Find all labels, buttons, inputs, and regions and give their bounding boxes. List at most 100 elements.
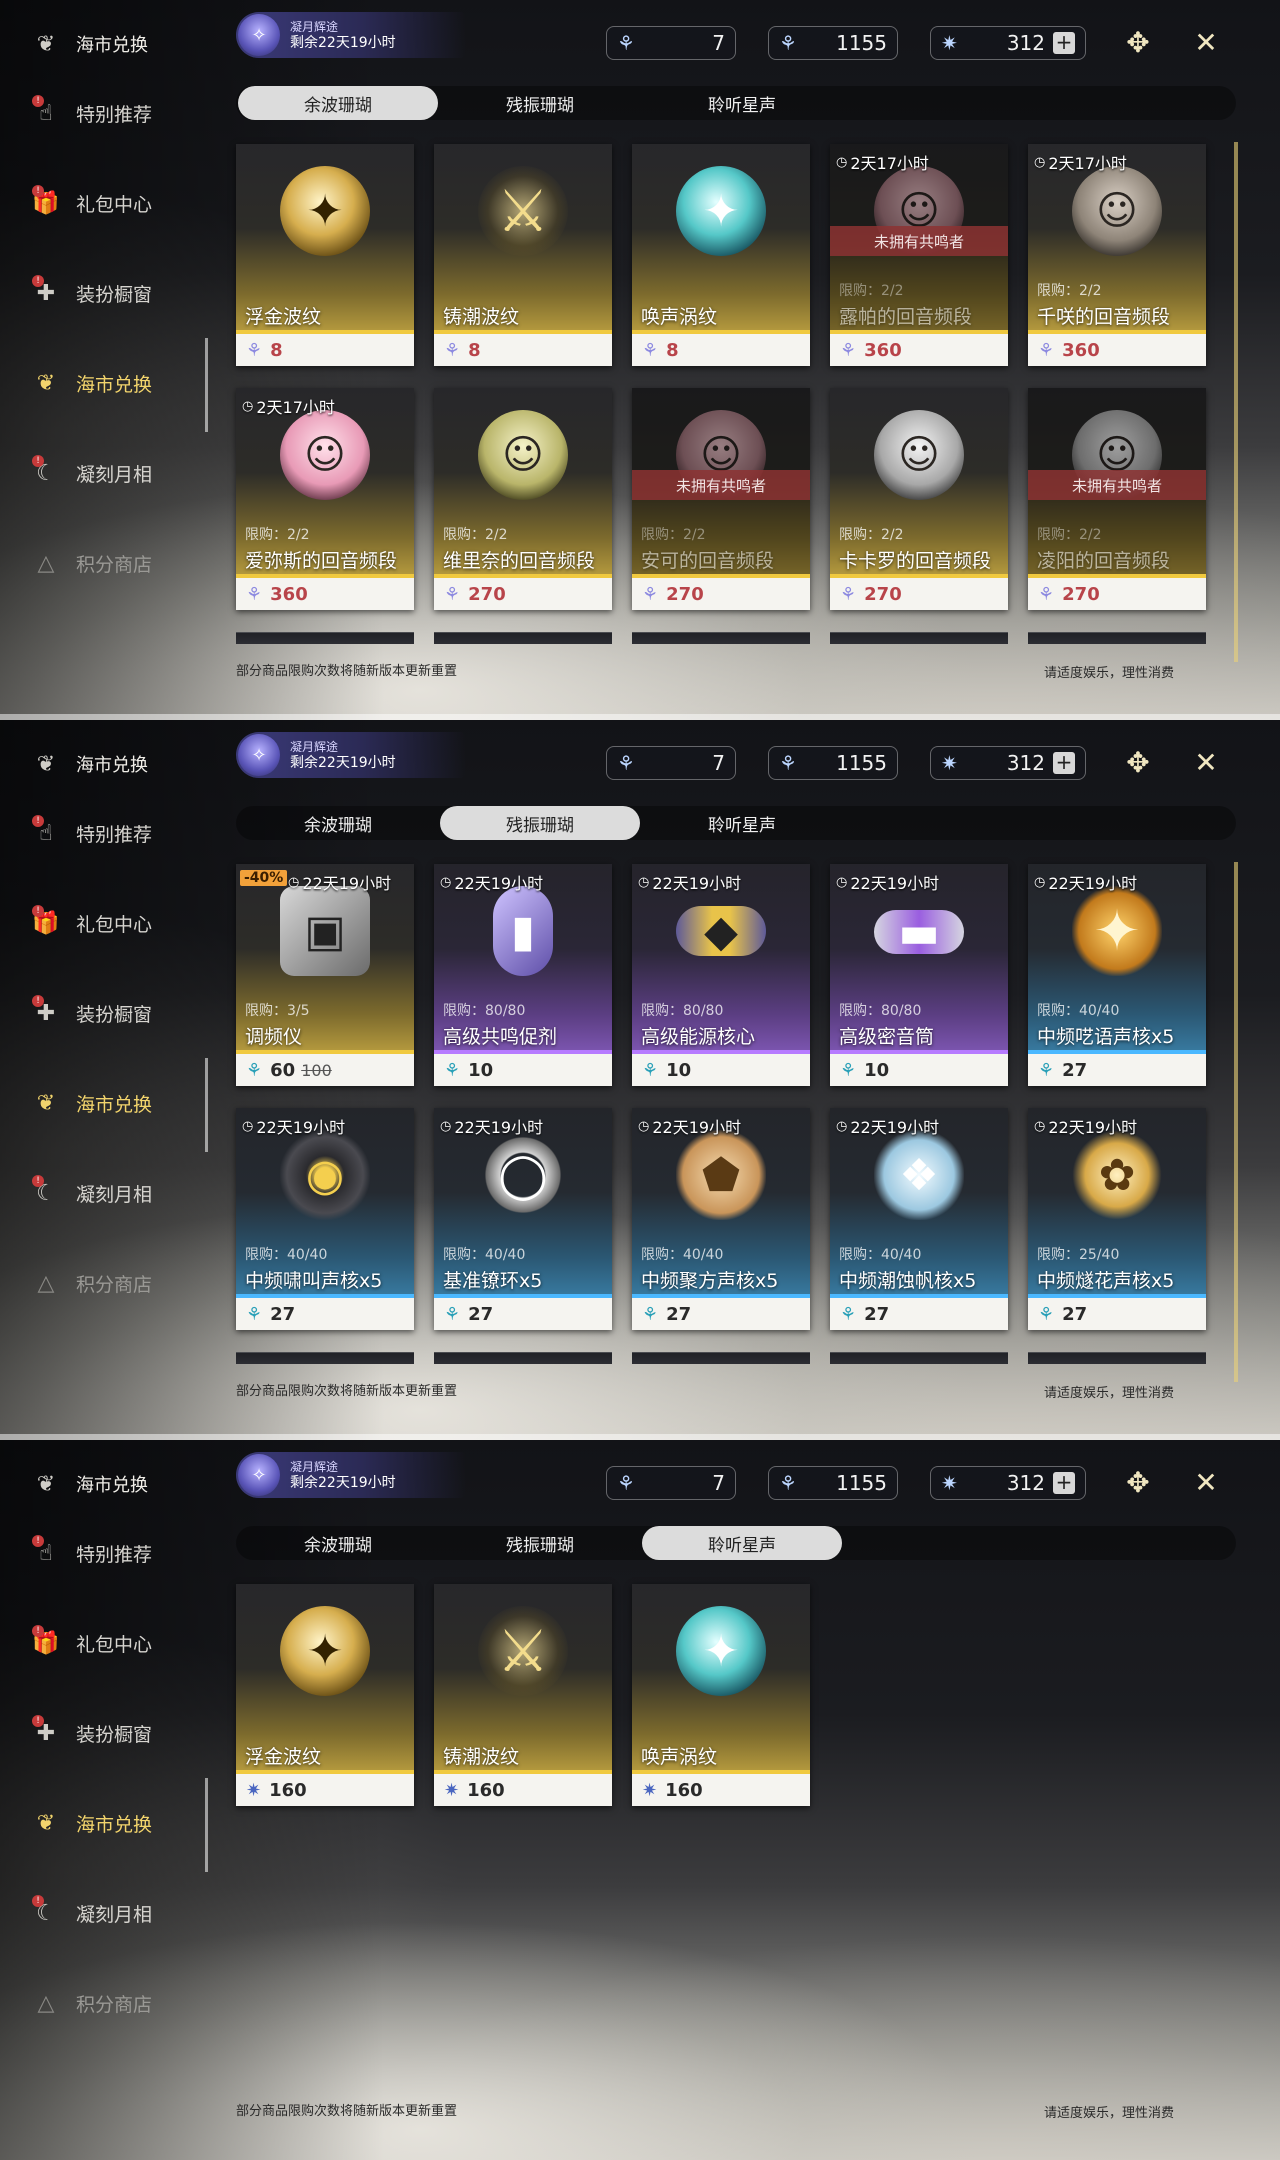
shop-item-card[interactable]: ⬟ ◷ 22天19小时 限购：40/40 中频聚方声核x5 ⚘ 27	[632, 1108, 810, 1330]
tab-2[interactable]: 聆听星声	[642, 1526, 842, 1560]
tab-1[interactable]: 残振珊瑚	[440, 1526, 640, 1560]
shop-item-card[interactable]: ✦ 浮金波纹 ✷ 160	[236, 1584, 414, 1806]
sidebar-item[interactable]: 🎁! 礼包中心	[28, 1618, 198, 1668]
shop-item-card[interactable]: ☺ 未拥有共鸣者 限购：2/2 安可的回音频段 ⚘ 270	[632, 388, 810, 610]
add-currency-button[interactable]: +	[1053, 1472, 1075, 1494]
price-value: 27	[468, 1303, 494, 1325]
sidebar-item[interactable]: △ 积分商店	[28, 1978, 198, 2028]
sidebar-item[interactable]: △ 积分商店	[28, 1258, 198, 1308]
exchange-icon[interactable]: ✥	[1118, 22, 1158, 62]
currency-display: ⚘ 1155	[768, 746, 898, 780]
currency-icon: ⚘	[642, 1303, 659, 1325]
price-row: ⚘ 360	[830, 334, 1008, 366]
shop-item-card[interactable]: ✦ 唤声涡纹 ✷ 160	[632, 1584, 810, 1806]
shop-item-card[interactable]: ✦ 唤声涡纹 ⚘ 8	[632, 144, 810, 366]
close-icon[interactable]: ✕	[1186, 742, 1226, 782]
sidebar-item[interactable]: ✚! 装扮橱窗	[28, 268, 198, 318]
sidebar-item[interactable]: ✚! 装扮橱窗	[28, 988, 198, 1038]
currency-icon: ⚘	[840, 339, 857, 361]
shop-item-card[interactable]: ☺ ◷ 2天17小时 限购：2/2 千咲的回音频段 ⚘ 360	[1028, 144, 1206, 366]
shop-item-card[interactable]: ❖ ◷ 22天19小时 限购：40/40 中频潮蚀帆核x5 ⚘ 27	[830, 1108, 1008, 1330]
shop-item-card[interactable]: ✦ ◷ 22天19小时 限购：40/40 中频呓语声核x5 ⚘ 27	[1028, 864, 1206, 1086]
currency-right: 312 +	[1007, 1471, 1075, 1495]
shop-item-card[interactable]: ◉ ◷ 22天19小时 限购：40/40 中频啸叫声核x5 ⚘ 27	[236, 1108, 414, 1330]
tab-1[interactable]: 残振珊瑚	[440, 806, 640, 840]
tab-0[interactable]: 余波珊瑚	[238, 806, 438, 840]
price-value: 60	[270, 1059, 296, 1081]
close-icon[interactable]: ✕	[1186, 22, 1226, 62]
shop-item-card[interactable]: ☺ 限购：2/2 卡卡罗的回音频段 ⚘ 270	[830, 388, 1008, 610]
clock-icon: ◷	[440, 1118, 452, 1134]
event-badge[interactable]: ✧ 凝月辉途 剩余22天19小时	[236, 732, 466, 778]
currency-value: 312	[1006, 751, 1045, 775]
notification-badge: !	[32, 905, 44, 917]
exchange-icon[interactable]: ✥	[1118, 742, 1158, 782]
sidebar-item[interactable]: ✚! 装扮橱窗	[28, 1708, 198, 1758]
sidebar-item[interactable]: 🎁! 礼包中心	[28, 898, 198, 948]
tab-1[interactable]: 残振珊瑚	[440, 86, 640, 120]
tab-2[interactable]: 聆听星声	[642, 806, 842, 840]
price-row: ⚘ 270	[434, 578, 612, 610]
exchange-icon[interactable]: ✥	[1118, 1462, 1158, 1502]
discount-badge: -40%	[240, 870, 288, 886]
currency-icon: ⚘	[1038, 1303, 1055, 1325]
shop-item-card[interactable]: ◯ ◷ 22天19小时 限购：40/40 基准镣环x5 ⚘ 27	[434, 1108, 612, 1330]
scrollbar[interactable]	[1234, 862, 1238, 1382]
purchase-limit: 限购：40/40	[641, 1247, 724, 1263]
item-name: 安可的回音频段	[641, 550, 775, 572]
event-badge[interactable]: ✧ 凝月辉途 剩余22天19小时	[236, 1452, 466, 1498]
sidebar-item[interactable]: 🎁! 礼包中心	[28, 178, 198, 228]
price-value: 10	[864, 1059, 890, 1081]
footer-note: 部分商品限购次数将随新版本更新重置	[236, 2104, 458, 2119]
event-badge[interactable]: ✧ 凝月辉途 剩余22天19小时	[236, 12, 466, 58]
sidebar-item[interactable]: ❦ 海市兑换	[28, 358, 198, 408]
shop-item-card[interactable]: ✿ ◷ 22天19小时 限购：25/40 中频燧花声核x5 ⚘ 27	[1028, 1108, 1206, 1330]
price-value: 27	[1062, 1059, 1088, 1081]
currency-icon: ⚘	[642, 339, 659, 361]
shop-item-card[interactable]: ☺ 限购：2/2 维里奈的回音频段 ⚘ 270	[434, 388, 612, 610]
shop-item-card[interactable]: ✦ 浮金波纹 ⚘ 8	[236, 144, 414, 366]
sidebar-item[interactable]: ☾! 凝刻月相	[28, 1888, 198, 1938]
purchase-limit: 限购：2/2	[839, 527, 904, 543]
shop-item-card[interactable]: ▬ ◷ 22天19小时 限购：80/80 高级密音筒 ⚘ 10	[830, 864, 1008, 1086]
wardrobe-icon: ✚!	[28, 1715, 64, 1751]
clock-icon: ◷	[440, 874, 452, 890]
sidebar-item-label: 礼包中心	[76, 193, 153, 216]
shop-item-card[interactable]: ☺ ◷ 2天17小时 未拥有共鸣者 限购：2/2 露帕的回音频段 ⚘ 360	[830, 144, 1008, 366]
sidebar-item[interactable]: ☝! 特别推荐	[28, 808, 198, 858]
shop-item-card[interactable]: ▮ ◷ 22天19小时 限购：80/80 高级共鸣促剂 ⚘ 10	[434, 864, 612, 1086]
clock-icon: ◷	[836, 1118, 848, 1134]
currency-right: 7	[712, 31, 725, 55]
sidebar-item[interactable]: ☾! 凝刻月相	[28, 1168, 198, 1218]
purchase-limit: 限购：80/80	[839, 1003, 922, 1019]
shop-item-card[interactable]: ☺ ◷ 2天17小时 限购：2/2 爱弥斯的回音频段 ⚘ 360	[236, 388, 414, 610]
purchase-limit: 限购：80/80	[641, 1003, 724, 1019]
notification-badge: !	[32, 1895, 44, 1907]
tab-0[interactable]: 余波珊瑚	[238, 1526, 438, 1560]
sidebar-item[interactable]: △ 积分商店	[28, 538, 198, 588]
gold-orb-icon: ✦	[280, 1606, 370, 1696]
sidebar-item[interactable]: ❦ 海市兑换	[28, 1078, 198, 1128]
price-value: 160	[269, 1779, 307, 1801]
sidebar-item[interactable]: ☾! 凝刻月相	[28, 448, 198, 498]
shop-item-card[interactable]: ⚔ 铸潮波纹 ✷ 160	[434, 1584, 612, 1806]
add-currency-button[interactable]: +	[1053, 32, 1075, 54]
price-row: ⚘ 27	[434, 1298, 612, 1330]
shop-item-card[interactable]: ▣ -40% ◷ 22天19小时 限购：3/5 调频仪 ⚘ 60 100	[236, 864, 414, 1086]
tab-0[interactable]: 余波珊瑚	[238, 86, 438, 120]
next-row-peek	[236, 1352, 414, 1364]
sidebar-item[interactable]: ❦ 海市兑换	[28, 1798, 198, 1848]
tab-2[interactable]: 聆听星声	[642, 86, 842, 120]
shop-item-card[interactable]: ◆ ◷ 22天19小时 限购：80/80 高级能源核心 ⚘ 10	[632, 864, 810, 1086]
event-remaining: 剩余22天19小时	[290, 755, 396, 771]
ring-icon: ◯	[478, 1130, 568, 1220]
event-text: 凝月辉途 剩余22天19小时	[290, 1459, 396, 1491]
add-currency-button[interactable]: +	[1053, 752, 1075, 774]
shop-item-card[interactable]: ⚔ 铸潮波纹 ⚘ 8	[434, 144, 612, 366]
sidebar-item[interactable]: ☝! 特别推荐	[28, 88, 198, 138]
scrollbar[interactable]	[1234, 142, 1238, 662]
close-icon[interactable]: ✕	[1186, 1462, 1226, 1502]
sidebar-item[interactable]: ☝! 特别推荐	[28, 1528, 198, 1578]
shop-item-card[interactable]: ☺ 未拥有共鸣者 限购：2/2 凌阳的回音频段 ⚘ 270	[1028, 388, 1206, 610]
currency-icon: ⚘	[642, 1059, 659, 1081]
